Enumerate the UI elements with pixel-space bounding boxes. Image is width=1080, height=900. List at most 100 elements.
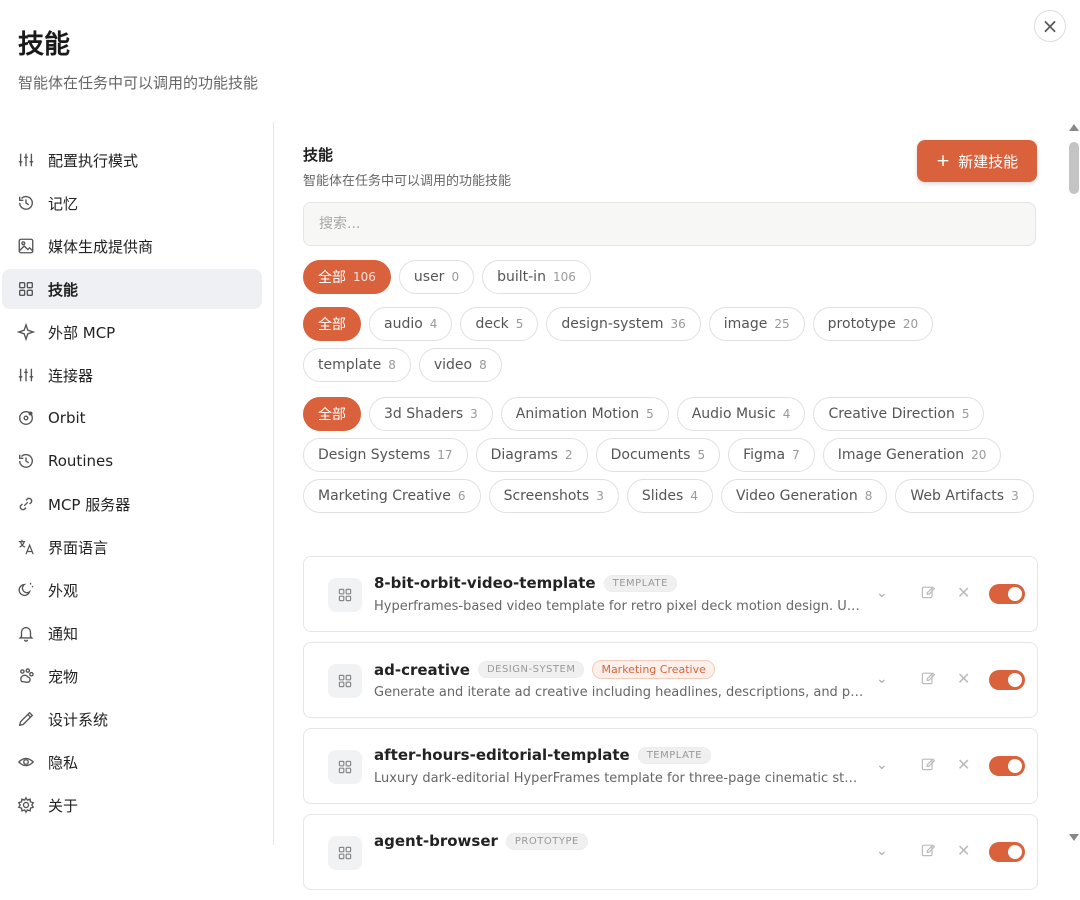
type-filter-chip[interactable]: prototype20 [813,307,934,341]
enable-toggle[interactable] [989,584,1025,604]
chip-count: 8 [865,489,873,503]
category-filter-chip[interactable]: Screenshots3 [489,479,619,513]
link-icon [16,494,36,514]
source-filter-chip[interactable]: 全部106 [303,260,391,294]
skill-name: agent-browser [374,832,498,850]
skill-name-row: ad-creativeDESIGN-SYSTEMMarketing Creati… [374,660,715,679]
category-filter-chip[interactable]: Marketing Creative6 [303,479,481,513]
category-filter-chip[interactable]: 全部 [303,397,361,431]
sidebar-item[interactable]: Routines [2,441,262,481]
sidebar-item-label: 外部 MCP [48,322,115,343]
category-filter-chip[interactable]: Animation Motion5 [501,397,669,431]
category-filter-chip[interactable]: Audio Music4 [677,397,806,431]
category-filter-chip[interactable]: 3d Shaders3 [369,397,493,431]
sidebar-item[interactable]: MCP 服务器 [2,484,262,524]
new-skill-button[interactable]: + 新建技能 [917,140,1037,182]
scroll-down-arrow-icon[interactable] [1069,834,1079,841]
source-filter-chip[interactable]: user0 [399,260,474,294]
delete-icon[interactable]: ✕ [957,755,970,774]
chip-label: audio [384,316,423,332]
chevron-down-icon[interactable]: ⌄ [876,671,888,687]
source-filter-chip[interactable]: built-in106 [482,260,591,294]
close-button[interactable]: × [1034,10,1066,42]
sidebar-item[interactable]: 关于 [2,785,262,825]
chip-count: 5 [962,407,970,421]
grid-icon [328,750,362,784]
scrollbar[interactable] [1068,122,1080,845]
skill-card[interactable]: 8-bit-orbit-video-templateTEMPLATEHyperf… [303,556,1038,632]
grid-icon [328,664,362,698]
skill-card[interactable]: ad-creativeDESIGN-SYSTEMMarketing Creati… [303,642,1038,718]
chip-label: image [724,316,768,332]
section-subtitle: 智能体在任务中可以调用的功能技能 [303,170,511,189]
chip-label: Image Generation [838,447,964,463]
sidebar-item[interactable]: 界面语言 [2,527,262,567]
chevron-down-icon[interactable]: ⌄ [876,585,888,601]
enable-toggle[interactable] [989,756,1025,776]
chip-count: 3 [596,489,604,503]
category-filter-chip[interactable]: Image Generation 20 [823,438,1002,472]
chip-count: 106 [553,270,576,284]
type-filter-chip[interactable]: 全部 [303,307,361,341]
search-input[interactable] [303,202,1036,246]
edit-icon[interactable] [920,842,936,862]
category-filter-chip[interactable]: Video Generation8 [721,479,887,513]
scrollbar-thumb[interactable] [1069,142,1079,194]
sidebar-item[interactable]: Orbit [2,398,262,438]
category-filter-chip[interactable]: Slides4 [627,479,713,513]
enable-toggle[interactable] [989,842,1025,862]
type-filter-chip[interactable]: deck5 [460,307,538,341]
sun-icon [16,580,36,600]
sidebar-item[interactable]: 隐私 [2,742,262,782]
delete-icon[interactable]: ✕ [957,583,970,602]
category-filter-chip[interactable]: Documents5 [596,438,720,472]
category-filter-chip[interactable]: Design Systems17 [303,438,468,472]
translate-icon [16,537,36,557]
edit-icon[interactable] [920,756,936,776]
type-filter-chip[interactable]: template8 [303,348,411,382]
delete-icon[interactable]: ✕ [957,669,970,688]
scroll-up-arrow-icon[interactable] [1069,124,1079,131]
sidebar-item[interactable]: 连接器 [2,355,262,395]
chevron-down-icon[interactable]: ⌄ [876,843,888,859]
skill-card[interactable]: agent-browserPROTOTYPE⌄✕ [303,814,1038,890]
chip-count: 25 [774,317,789,331]
sidebar-item[interactable]: 外部 MCP [2,312,262,352]
chip-count: 20 [971,448,986,462]
skill-name: ad-creative [374,661,470,679]
type-filter-chip[interactable]: design-system36 [546,307,700,341]
type-filter-row: 全部audio4deck5design-system36 image 25 proto… [303,307,1038,382]
delete-icon[interactable]: ✕ [957,841,970,860]
sidebar-item[interactable]: 通知 [2,613,262,653]
sidebar-item[interactable]: 记忆 [2,183,262,223]
sidebar-item[interactable]: 配置执行模式 [2,140,262,180]
category-filter-chip[interactable]: Figma7 [728,438,815,472]
sidebar-item-label: MCP 服务器 [48,494,130,515]
page-title: 技能 [18,24,70,61]
sidebar-item[interactable]: 外观 [2,570,262,610]
chip-label: Diagrams [491,447,558,463]
type-filter-chip[interactable]: image 25 [709,307,805,341]
sidebar-item[interactable]: 媒体生成提供商 [2,226,262,266]
category-filter-chip[interactable]: Diagrams 2 [476,438,588,472]
sidebar-item[interactable]: 设计系统 [2,699,262,739]
skill-card[interactable]: after-hours-editorial-templateTEMPLATELu… [303,728,1038,804]
type-filter-chip[interactable]: audio4 [369,307,452,341]
chip-count: 5 [516,317,524,331]
sidebar-divider [273,122,274,845]
enable-toggle[interactable] [989,670,1025,690]
skill-category-tag: Marketing Creative [592,660,714,679]
chevron-down-icon[interactable]: ⌄ [876,757,888,773]
sidebar-item[interactable]: 技能 [2,269,262,309]
chip-count: 36 [671,317,686,331]
chip-label: prototype [828,316,896,332]
sidebar-item[interactable]: 宠物 [2,656,262,696]
edit-icon[interactable] [920,670,936,690]
category-filter-chip[interactable]: Web Artifacts3 [895,479,1033,513]
edit-icon[interactable] [920,584,936,604]
chip-label: Creative Direction [828,406,954,422]
type-filter-chip[interactable]: video8 [419,348,502,382]
category-filter-chip[interactable]: Creative Direction 5 [813,397,984,431]
chip-count: 2 [565,448,573,462]
chip-count: 4 [783,407,791,421]
